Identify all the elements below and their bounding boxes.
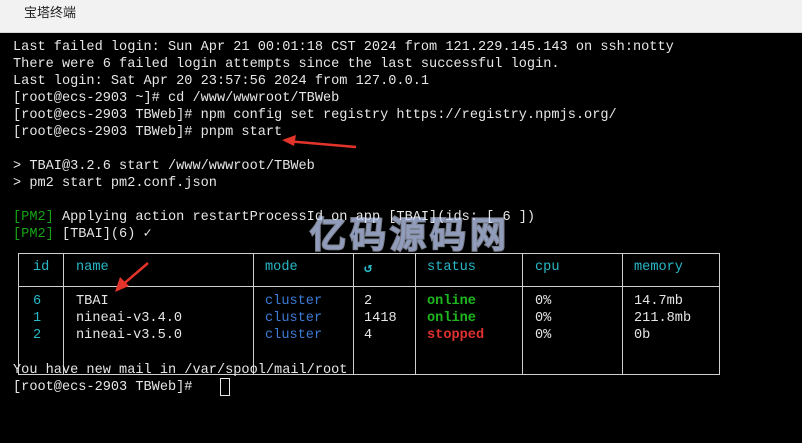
- pm2-log-text: Applying action restartProcessId on app …: [53, 210, 536, 225]
- process-name: nineai-v3.5.0: [76, 328, 183, 343]
- process-status: stopped: [427, 328, 485, 343]
- arrow-annotation-icon: [282, 135, 357, 149]
- process-mode: cluster: [265, 294, 323, 309]
- process-status: online: [427, 311, 476, 326]
- process-cpu: 0%: [535, 328, 552, 343]
- terminal[interactable]: Last failed login: Sun Apr 21 00:01:18 C…: [0, 33, 802, 443]
- column-divider: [253, 254, 254, 374]
- pm2-log-text: [TBAI](6) ✓: [53, 227, 152, 242]
- column-header-memory: memory: [634, 260, 683, 275]
- terminal-line: There were 6 failed login attempts since…: [13, 57, 560, 72]
- pm2-process-table: id name mode ↺ status cpu memory 6 TBAI …: [18, 253, 720, 375]
- process-name: TBAI: [76, 294, 109, 309]
- column-divider: [63, 254, 64, 374]
- process-id: 1: [33, 311, 42, 326]
- process-mode: cluster: [265, 311, 323, 326]
- process-restarts: 4: [364, 328, 373, 343]
- process-id: 2: [33, 328, 42, 343]
- column-header-name: name: [76, 260, 109, 275]
- pm2-tag: [PM2]: [13, 210, 54, 225]
- column-divider: [415, 254, 416, 374]
- column-divider: [522, 254, 523, 374]
- terminal-line: [root@ecs-2903 TBWeb]# pnpm start: [13, 125, 283, 140]
- terminal-cursor: [220, 378, 230, 396]
- column-header-id: id: [33, 260, 50, 275]
- terminal-line: [root@ecs-2903 TBWeb]# npm config set re…: [13, 108, 617, 123]
- terminal-line: > TBAI@3.2.6 start /www/wwwroot/TBWeb: [13, 159, 315, 174]
- restart-icon: ↺: [364, 262, 373, 277]
- title-bar: 宝塔终端: [0, 0, 802, 33]
- process-status: online: [427, 294, 476, 309]
- column-divider: [353, 254, 354, 374]
- process-name: nineai-v3.4.0: [76, 311, 183, 326]
- process-memory: 0b: [634, 328, 651, 343]
- pm2-log-line: [PM2] Applying action restartProcessId o…: [13, 209, 535, 226]
- column-header-status: status: [427, 260, 476, 275]
- terminal-line: Last failed login: Sun Apr 21 00:01:18 C…: [13, 40, 674, 55]
- terminal-line: > pm2 start pm2.conf.json: [13, 176, 217, 191]
- column-header-mode: mode: [265, 260, 298, 275]
- terminal-line: You have new mail in /var/spool/mail/roo…: [13, 363, 348, 378]
- terminal-line: [root@ecs-2903 ~]# cd /www/wwwroot/TBWeb: [13, 91, 340, 106]
- process-cpu: 0%: [535, 311, 552, 326]
- process-restarts: 2: [364, 294, 373, 309]
- pm2-log-line: [PM2] [TBAI](6) ✓: [13, 226, 152, 243]
- pm2-tag: [PM2]: [13, 227, 54, 242]
- column-header-cpu: cpu: [535, 260, 560, 275]
- terminal-line: Last login: Sat Apr 20 23:57:56 2024 fro…: [13, 74, 430, 89]
- process-id: 6: [33, 294, 42, 309]
- header-divider: [19, 286, 719, 287]
- process-memory: 14.7mb: [634, 294, 683, 309]
- process-mode: cluster: [265, 328, 323, 343]
- column-divider: [622, 254, 623, 374]
- process-restarts: 1418: [364, 311, 397, 326]
- process-cpu: 0%: [535, 294, 552, 309]
- window-title: 宝塔终端: [24, 6, 77, 21]
- process-memory: 211.8mb: [634, 311, 692, 326]
- terminal-prompt: [root@ecs-2903 TBWeb]#: [13, 380, 201, 395]
